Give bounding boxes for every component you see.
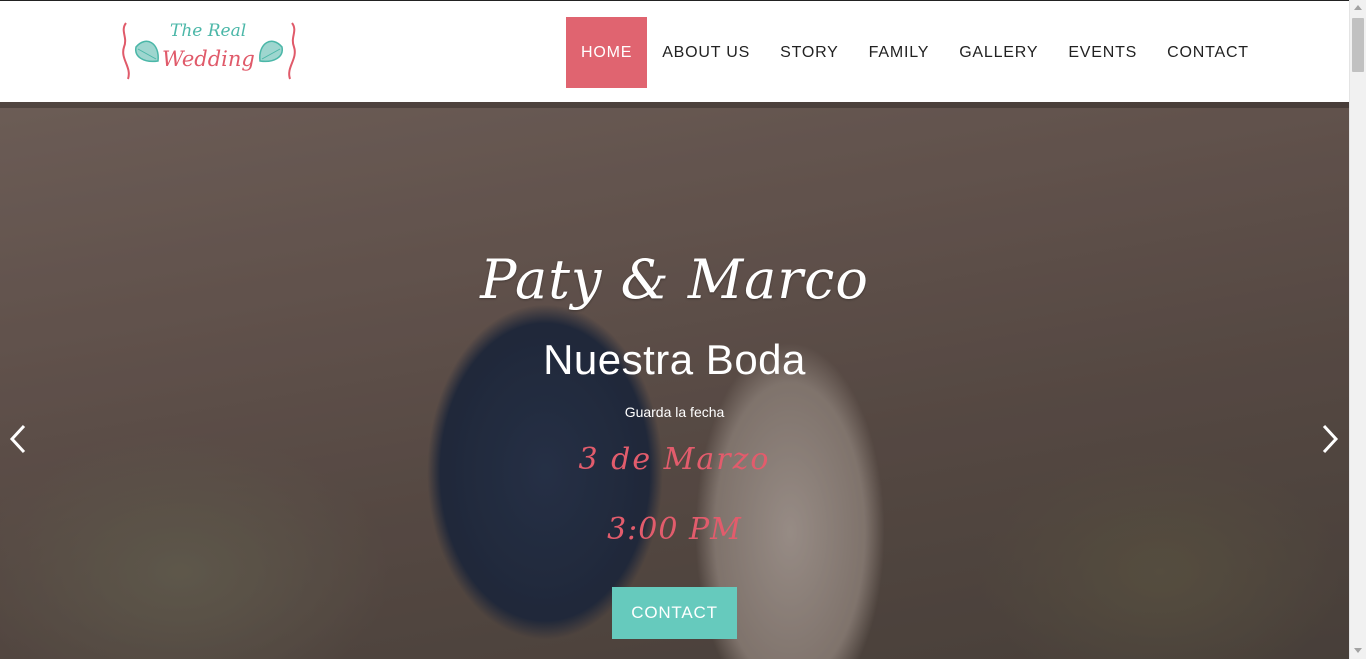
save-the-date-text: Guarda la fecha bbox=[624, 404, 725, 420]
logo-text-line1: The Real bbox=[170, 21, 247, 41]
main-nav: HOME ABOUT US STORY FAMILY GALLERY EVENT… bbox=[566, 17, 1264, 88]
scroll-down-icon[interactable] bbox=[1354, 648, 1362, 653]
site-header: The Real Wedding HOME ABOUT US STORY FAM… bbox=[0, 0, 1349, 102]
wedding-date: 3 de Marzo bbox=[578, 442, 771, 477]
wedding-time: 3:00 PM bbox=[607, 512, 742, 547]
contact-button[interactable]: CONTACT bbox=[612, 587, 737, 639]
couple-names: Paty & Marco bbox=[480, 248, 869, 311]
page: The Real Wedding HOME ABOUT US STORY FAM… bbox=[0, 0, 1349, 659]
nav-item-about-us[interactable]: ABOUT US bbox=[647, 17, 765, 88]
hero-slider: Paty & Marco Nuestra Boda Guarda la fech… bbox=[0, 102, 1349, 659]
nav-item-events[interactable]: EVENTS bbox=[1053, 17, 1152, 88]
nav-item-family[interactable]: FAMILY bbox=[854, 17, 945, 88]
scroll-up-icon[interactable] bbox=[1354, 5, 1362, 10]
nav-item-story[interactable]: STORY bbox=[765, 17, 854, 88]
logo-text-line2: Wedding bbox=[162, 47, 255, 71]
vertical-scrollbar[interactable] bbox=[1349, 0, 1366, 659]
site-logo[interactable]: The Real Wedding bbox=[118, 17, 300, 85]
nav-item-contact[interactable]: CONTACT bbox=[1152, 17, 1264, 88]
nav-item-home[interactable]: HOME bbox=[566, 17, 648, 88]
hero-subtitle: Nuestra Boda bbox=[543, 336, 806, 383]
nav-item-gallery[interactable]: GALLERY bbox=[944, 17, 1053, 88]
scrollbar-thumb[interactable] bbox=[1352, 18, 1364, 72]
